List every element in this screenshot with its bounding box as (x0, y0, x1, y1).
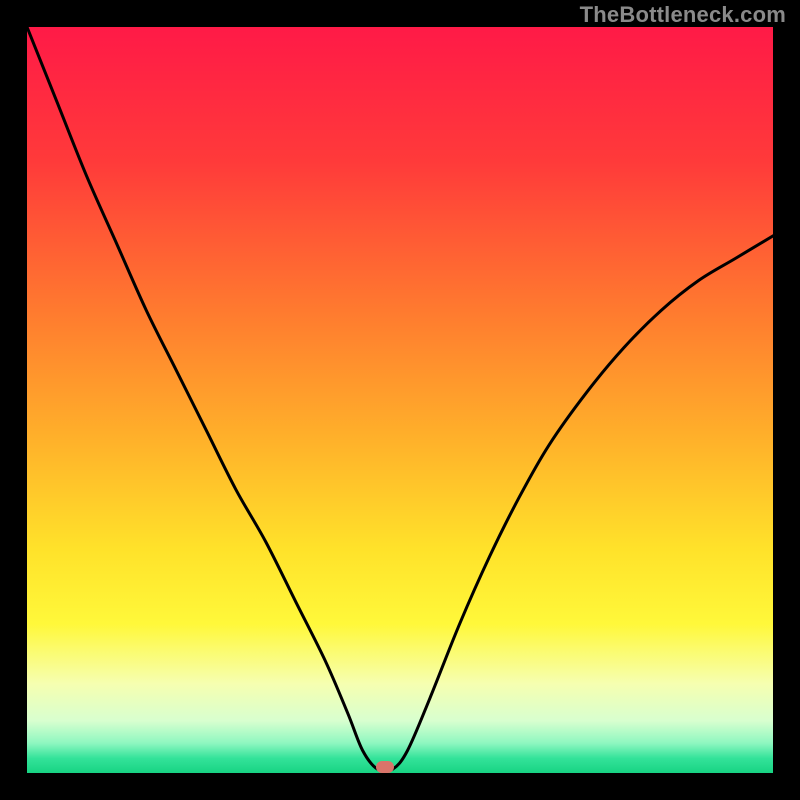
chart-frame: TheBottleneck.com (0, 0, 800, 800)
plot-area (27, 27, 773, 773)
bottleneck-curve (27, 27, 773, 773)
watermark-text: TheBottleneck.com (580, 2, 786, 28)
optimum-marker (376, 761, 394, 773)
